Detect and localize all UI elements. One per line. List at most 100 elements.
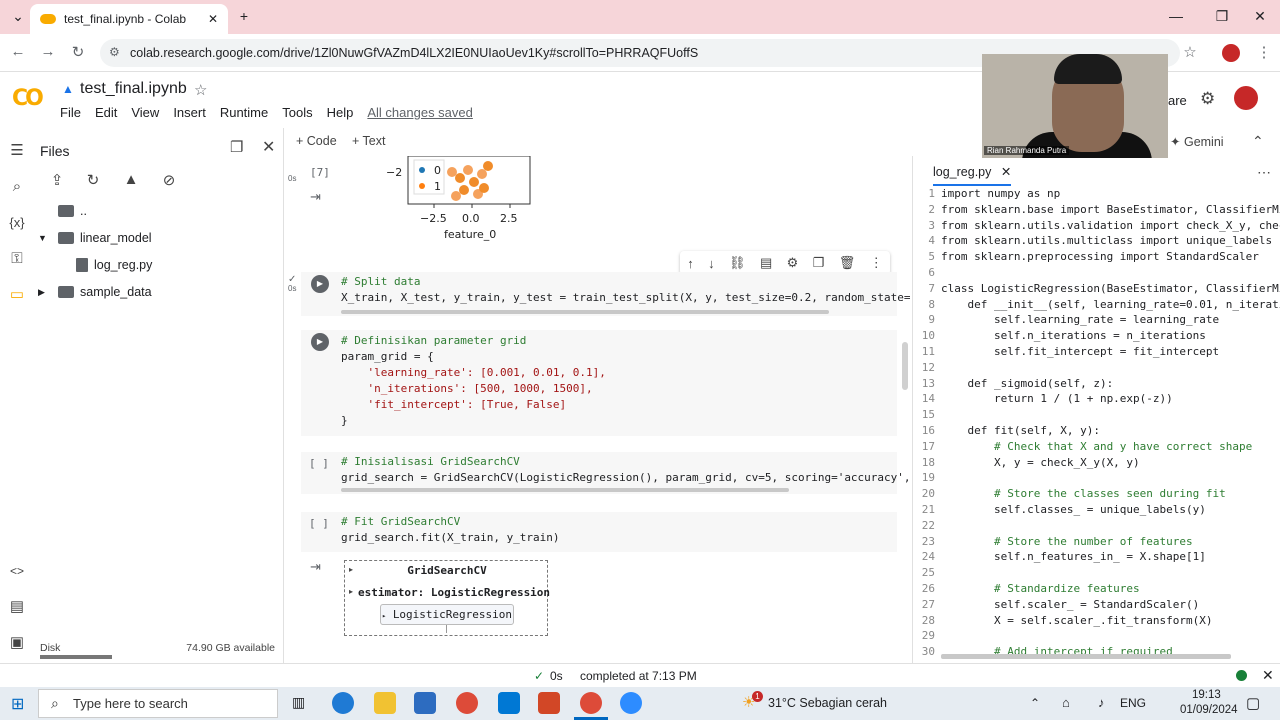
files-folder-icon[interactable]: ▭ [6,284,28,306]
hide-files-icon[interactable]: ⊘ [158,171,180,189]
collapse-header-icon[interactable]: ⌃ [1252,133,1264,150]
taskbar-time[interactable]: 19:13 [1192,689,1221,701]
table-of-contents-icon[interactable]: ☰ [6,140,28,162]
settings-gear-icon[interactable]: ⚙ [1200,89,1215,109]
close-status-icon[interactable]: ✕ [1262,667,1274,684]
minimize-window-icon[interactable]: — [1166,8,1186,24]
volume-icon[interactable]: ♪ [1098,695,1105,710]
terminal-icon[interactable]: ▣ [6,632,28,654]
move-up-icon[interactable]: ↑ [687,256,694,271]
user-avatar[interactable] [1234,86,1258,110]
menu-runtime[interactable]: Runtime [220,105,268,120]
editor-more-icon[interactable]: ⋯ [1257,164,1271,181]
run-cell-button[interactable]: ▶ [311,333,329,351]
gemini-button[interactable]: ✦ Gemini [1170,134,1224,149]
move-down-icon[interactable]: ↓ [708,256,715,271]
taskbar-date[interactable]: 01/09/2024 [1180,704,1238,716]
reload-icon[interactable]: ↻ [68,43,88,61]
editor-horizontal-scrollbar[interactable] [941,654,1231,659]
open-in-tab-icon[interactable]: ❐ [230,138,243,156]
notifications-icon[interactable]: ▢ [1246,694,1260,712]
refresh-icon[interactable]: ↻ [82,171,104,189]
close-tab-icon[interactable]: ✕ [1001,165,1011,179]
tab-list-icon[interactable]: ⌄ [8,8,28,25]
output-menu-icon[interactable]: ⇥ [310,189,321,205]
chevron-down-icon[interactable]: ▼ [38,233,52,243]
browser-menu-icon[interactable]: ⋮ [1254,43,1274,61]
save-status-link[interactable]: All changes saved [367,105,473,120]
zoom-icon[interactable] [620,692,642,714]
task-view-icon[interactable]: ▥ [292,694,305,711]
mail-icon[interactable] [498,692,520,714]
notebook-scrollbar[interactable] [902,342,908,390]
status-completed[interactable]: completed at 7:13 PM [580,669,697,683]
close-panel-icon[interactable]: ✕ [262,137,275,157]
star-icon[interactable]: ☆ [194,81,207,99]
edge-browser-icon[interactable] [332,692,354,714]
variables-icon[interactable]: {x} [6,212,28,234]
estimator-param[interactable]: estimator: LogisticRegression [358,586,550,599]
tree-item-parent[interactable]: .. [58,204,87,218]
tree-item-log-reg[interactable]: log_reg.py [76,258,152,272]
cell-settings-icon[interactable]: ⚙ [787,255,799,271]
browser-tab[interactable]: test_final.ipynb - Colab ✕ [30,4,228,34]
notebook-title[interactable]: test_final.ipynb [80,80,187,98]
colab-logo[interactable]: CO [12,86,44,111]
comment-icon[interactable]: ▤ [760,255,772,271]
menu-help[interactable]: Help [327,105,354,120]
add-code-button[interactable]: + Code [296,134,337,148]
code-snippets-icon[interactable]: <> [6,560,28,582]
menu-file[interactable]: File [60,105,81,120]
forward-icon[interactable]: → [38,43,58,60]
chevron-right-icon[interactable]: ▶ [38,287,52,298]
close-window-icon[interactable]: ✕ [1250,8,1270,25]
cell-more-icon[interactable]: ⋮ [870,255,883,271]
file-explorer-icon[interactable] [374,692,396,714]
secrets-key-icon[interactable]: ⚿ [6,248,28,270]
mirror-cell-icon[interactable]: ❐ [813,255,825,271]
code-cell-param-grid[interactable]: ▶ # Definisikan parameter grid param_gri… [301,330,897,436]
share-button[interactable]: are [1168,93,1187,108]
network-icon[interactable]: ⌂ [1062,695,1070,710]
powerpoint-icon[interactable] [538,692,560,714]
restore-window-icon[interactable]: ❐ [1212,8,1232,25]
show-hidden-icons[interactable]: ⌃ [1030,696,1040,710]
weather-text[interactable]: 31°C Sebagian cerah [768,696,887,710]
store-icon[interactable] [414,692,436,714]
search-icon[interactable]: ⌕ [6,176,28,198]
cell-horizontal-scrollbar[interactable] [341,488,789,492]
site-info-icon[interactable]: ⚙ [109,45,120,59]
cell-horizontal-scrollbar[interactable] [341,310,829,314]
output-menu-icon[interactable]: ⇥ [310,559,321,575]
new-tab-icon[interactable]: + [234,8,254,24]
run-cell-button[interactable]: ▶ [311,275,329,293]
cell-exec-bracket[interactable]: [ ] [309,517,329,530]
editor-tab[interactable]: log_reg.py ✕ [933,164,1012,186]
link-icon[interactable]: ⛓ [729,255,746,271]
close-tab-icon[interactable]: ✕ [208,12,218,26]
mount-drive-icon[interactable]: ▲ [120,171,142,188]
expand-icon[interactable]: ▸ [349,587,353,596]
code-cell-fit-gridsearch[interactable]: [ ] # Fit GridSearchCV grid_search.fit(X… [301,512,897,552]
delete-cell-icon[interactable]: 🗑 [839,255,856,271]
windows-start-icon[interactable]: ⊞ [11,694,24,714]
chrome-active-icon[interactable] [580,692,602,714]
menu-view[interactable]: View [131,105,159,120]
back-icon[interactable]: ← [8,43,28,60]
tree-item-sample-data[interactable]: ▶ sample_data [38,285,152,299]
language-indicator[interactable]: ENG [1120,696,1146,710]
estimator-title[interactable]: GridSearchCV [345,564,549,577]
cell-exec-bracket[interactable]: [ ] [309,457,329,470]
menu-insert[interactable]: Insert [173,105,206,120]
estimator-model-box[interactable]: ▸ LogisticRegression [380,604,514,625]
menu-tools[interactable]: Tools [282,105,312,120]
code-cell-init-gridsearch[interactable]: [ ] # Inisialisasi GridSearchCV grid_sea… [301,452,910,494]
editor-code-area[interactable]: 1 import numpy as np 2 from sklearn.base im… [913,186,1280,656]
runtime-connected-icon[interactable] [1236,670,1247,681]
taskbar-search-box[interactable]: ⌕ Type here to search [38,689,278,718]
code-cell-split-data[interactable]: ▶ # Split data X_train, X_test, y_train,… [301,272,910,316]
command-palette-icon[interactable]: ▤ [6,596,28,618]
bookmark-star-icon[interactable]: ☆ [1180,43,1200,61]
chrome-icon[interactable] [456,692,478,714]
profile-avatar-icon[interactable] [1222,44,1240,62]
